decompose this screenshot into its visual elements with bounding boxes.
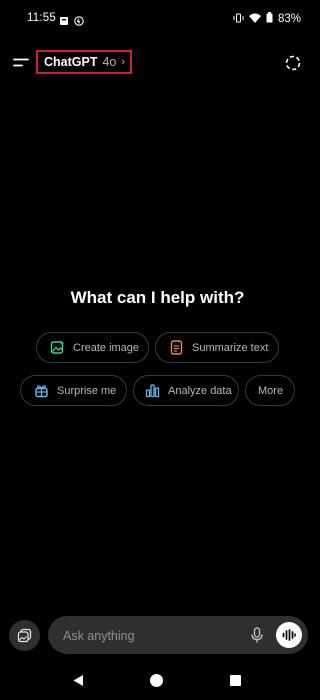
status-left-icons <box>59 13 84 31</box>
voice-mode-button[interactable] <box>276 622 302 648</box>
document-icon <box>169 340 184 355</box>
accessibility-icon <box>74 13 84 31</box>
analyze-data-chip[interactable]: Analyze data <box>133 375 239 406</box>
surprise-me-label: Surprise me <box>57 384 117 397</box>
dictate-button[interactable] <box>250 627 264 644</box>
notification-icon <box>59 13 69 31</box>
battery-percent: 83% <box>277 13 301 25</box>
microphone-icon <box>251 627 263 643</box>
analyze-data-label: Analyze data <box>168 384 232 397</box>
chevron-right-icon: › <box>121 56 126 68</box>
gift-icon <box>34 383 49 398</box>
more-label: More <box>258 384 284 397</box>
temporary-chat-button[interactable] <box>284 54 302 72</box>
nav-recents-button[interactable] <box>230 675 241 686</box>
dashed-circle-icon <box>285 55 301 71</box>
attach-button[interactable] <box>9 620 40 651</box>
image-icon <box>50 340 65 355</box>
model-name: ChatGPT <box>44 55 98 69</box>
vibrate-icon <box>233 13 244 26</box>
wifi-icon <box>248 13 261 26</box>
model-version: 4o <box>102 55 117 69</box>
back-triangle-icon <box>73 675 83 686</box>
waveform-icon <box>282 629 296 641</box>
summarize-text-chip[interactable]: Summarize text <box>155 332 279 363</box>
surprise-me-chip[interactable]: Surprise me <box>20 375 127 406</box>
menu-icon <box>13 58 29 67</box>
model-selector-button[interactable]: ChatGPT 4o › <box>36 50 132 74</box>
more-chip[interactable]: More <box>245 375 295 406</box>
nav-back-button[interactable] <box>72 674 84 692</box>
chart-icon <box>145 383 160 398</box>
create-image-chip[interactable]: Create image <box>36 332 149 363</box>
battery-icon <box>266 12 273 26</box>
nav-home-button[interactable] <box>150 674 163 687</box>
page-headline: What can I help with? <box>70 288 245 307</box>
status-time: 11:55 <box>27 12 56 24</box>
message-input[interactable] <box>61 616 245 656</box>
message-composer <box>48 616 308 656</box>
image-attach-icon <box>17 628 32 643</box>
create-image-label: Create image <box>73 341 140 354</box>
summarize-text-label: Summarize text <box>192 341 269 354</box>
status-right: 83% <box>233 12 301 26</box>
menu-button[interactable] <box>13 55 31 71</box>
